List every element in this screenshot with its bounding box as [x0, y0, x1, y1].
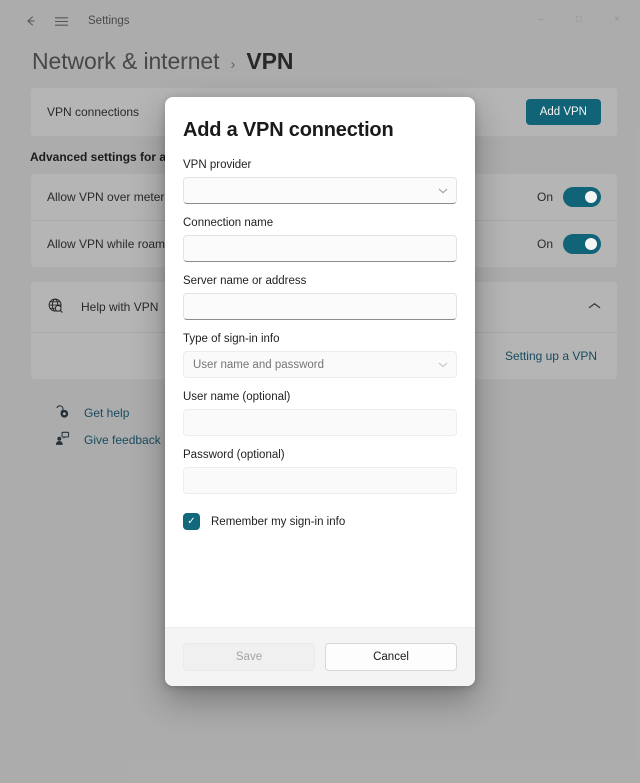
dialog-footer: Save Cancel — [165, 627, 475, 686]
signin-type-label: Type of sign-in info — [183, 333, 280, 345]
user-name-label: User name (optional) — [183, 391, 291, 403]
remember-signin-checkbox[interactable]: ✓ — [183, 513, 200, 530]
user-name-input[interactable] — [183, 409, 457, 436]
server-name-input[interactable] — [183, 293, 457, 320]
user-name-field: User name (optional) — [183, 391, 457, 436]
signin-type-select[interactable] — [183, 351, 457, 378]
connection-name-field: Connection name — [183, 217, 457, 262]
add-vpn-dialog: Add a VPN connection VPN provider Connec… — [165, 97, 475, 686]
save-button[interactable]: Save — [183, 643, 315, 671]
server-name-field: Server name or address — [183, 275, 457, 320]
vpn-provider-field: VPN provider — [183, 159, 457, 204]
signin-type-select-wrap — [183, 351, 457, 378]
password-field: Password (optional) — [183, 449, 457, 494]
vpn-provider-select-wrap — [183, 177, 457, 204]
remember-signin-label[interactable]: Remember my sign-in info — [211, 516, 345, 528]
server-name-label: Server name or address — [183, 275, 307, 287]
connection-name-label: Connection name — [183, 217, 274, 229]
password-input[interactable] — [183, 467, 457, 494]
checkmark-icon: ✓ — [187, 515, 196, 527]
vpn-provider-label: VPN provider — [183, 159, 252, 171]
dialog-body: Add a VPN connection VPN provider Connec… — [165, 97, 475, 627]
cancel-button[interactable]: Cancel — [325, 643, 457, 671]
signin-type-field: Type of sign-in info — [183, 333, 457, 378]
remember-signin-row: ✓ Remember my sign-in info — [183, 513, 457, 530]
connection-name-input[interactable] — [183, 235, 457, 262]
vpn-provider-select[interactable] — [183, 177, 457, 204]
dialog-title: Add a VPN connection — [183, 119, 394, 141]
password-label: Password (optional) — [183, 449, 285, 461]
